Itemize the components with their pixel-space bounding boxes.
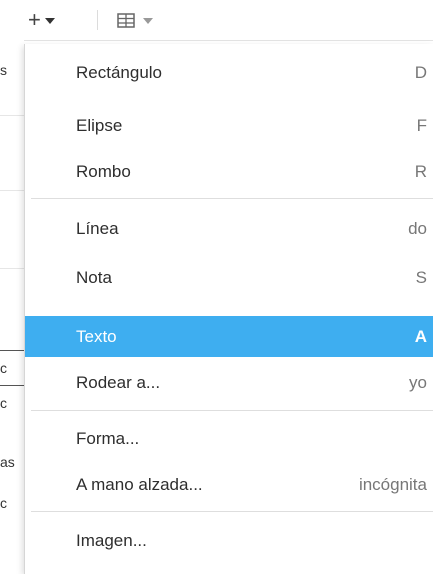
menu-item-shortcut: A: [414, 326, 427, 346]
menu-separator: [31, 410, 433, 411]
menu-item-shortcut: yo: [409, 372, 427, 392]
menu-item-label: Forma...: [76, 428, 140, 448]
chevron-down-icon: [143, 18, 153, 24]
canvas-shape-edge: [0, 350, 24, 351]
plus-icon: +: [28, 7, 41, 32]
menu-item-line[interactable]: Línea do: [25, 208, 433, 249]
menu-item-shortcut: F: [416, 115, 427, 135]
chevron-down-icon: [44, 18, 55, 24]
menu-item-shortcut: R: [414, 161, 427, 181]
canvas-gridline: [0, 190, 24, 191]
canvas-shape-edge: [0, 385, 24, 386]
menu-item-shortcut: incógnita: [358, 474, 427, 494]
menu-item-shape[interactable]: Forma...: [25, 418, 433, 459]
menu-item-ellipse[interactable]: Elipse F: [25, 105, 433, 146]
menu-item-freehand[interactable]: A mano alzada... incógnita: [25, 464, 433, 505]
menu-item-shortcut: D: [414, 62, 427, 82]
menu-item-label: Texto: [76, 326, 117, 346]
menu-separator: [31, 198, 433, 199]
canvas-background: s c c as c: [0, 40, 24, 559]
canvas-text-fragment: c: [0, 395, 7, 411]
menu-item-surround[interactable]: Rodear a... yo: [25, 362, 433, 403]
menu-item-text[interactable]: Texto A: [25, 316, 433, 357]
toolbar-divider: [97, 10, 98, 30]
menu-item-rectangle[interactable]: Rectángulo D: [25, 52, 433, 93]
canvas-text-fragment: c: [0, 495, 7, 511]
menu-item-label: Elipse: [76, 115, 123, 135]
menu-item-shortcut: S: [415, 267, 427, 287]
add-shape-button[interactable]: +: [28, 8, 55, 32]
insert-shape-menu: Rectángulo D Elipse F Rombo R Línea do N…: [24, 44, 433, 574]
menu-item-label: Línea: [76, 218, 119, 238]
menu-item-label: Rodear a...: [76, 372, 161, 392]
menu-item-shortcut: do: [408, 218, 427, 238]
table-icon: [117, 12, 135, 28]
canvas-gridline: [0, 268, 24, 269]
canvas-gridline: [0, 115, 24, 116]
menu-item-label: Rectángulo: [76, 62, 163, 82]
menu-item-label: Nota: [76, 267, 112, 287]
canvas-text-fragment: s: [0, 62, 7, 78]
insert-table-button[interactable]: [117, 8, 153, 32]
menu-item-label: A mano alzada...: [76, 474, 203, 494]
toolbar: +: [0, 0, 433, 41]
menu-item-label: Imagen...: [76, 530, 147, 550]
canvas-text-fragment: as: [0, 454, 15, 470]
menu-item-image[interactable]: Imagen...: [25, 520, 433, 561]
menu-item-label: Rombo: [76, 161, 131, 181]
menu-item-rhombus[interactable]: Rombo R: [25, 151, 433, 192]
menu-item-note[interactable]: Nota S: [25, 257, 433, 298]
canvas-text-fragment: c: [0, 360, 7, 376]
menu-separator: [31, 511, 433, 512]
